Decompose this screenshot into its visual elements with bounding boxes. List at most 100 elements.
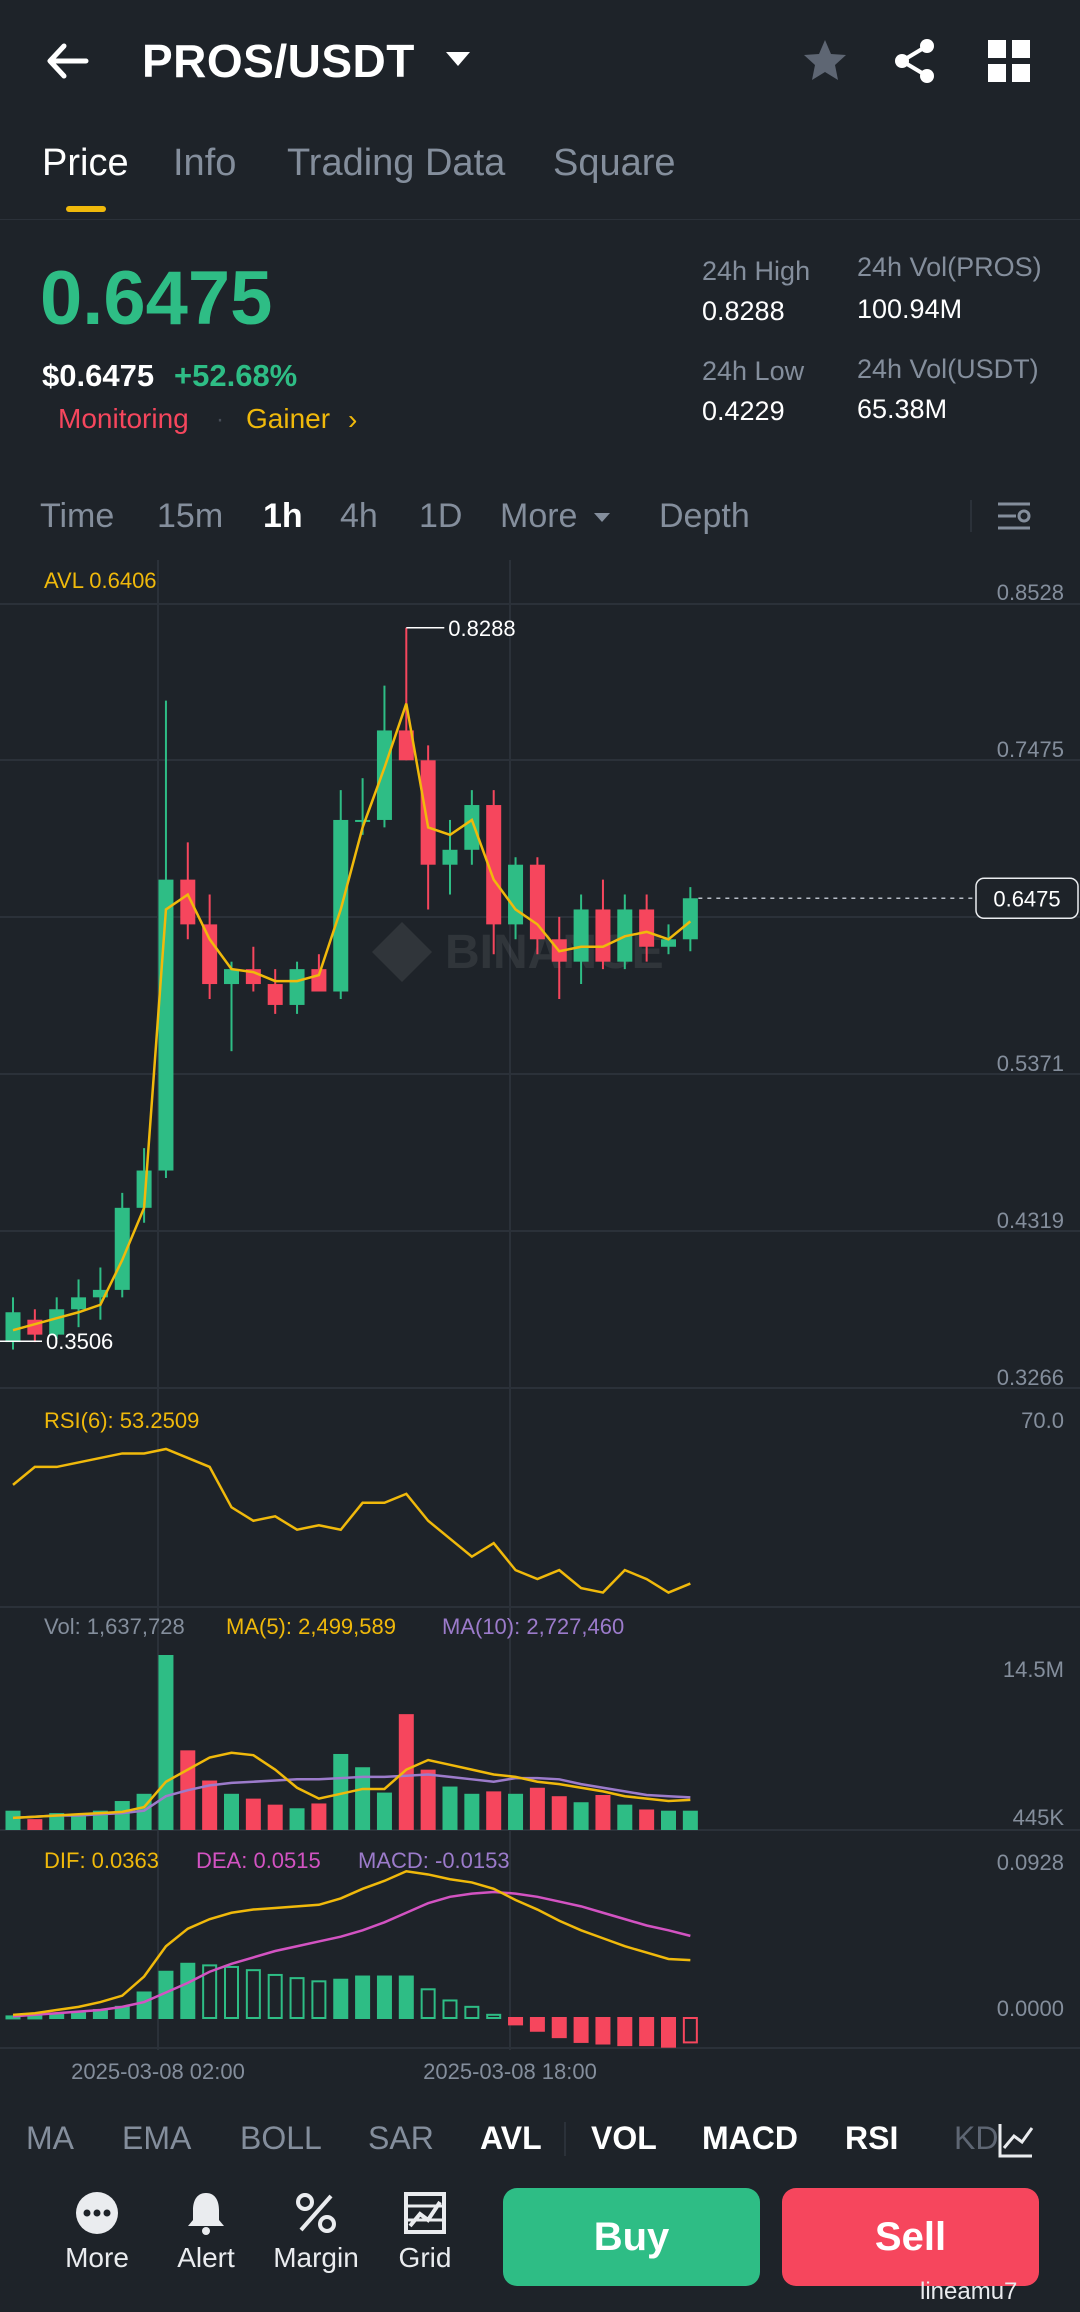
tab-square[interactable]: Square [553,142,676,185]
macd-histogram-bar [595,2017,611,2045]
tab-trading-data[interactable]: Trading Data [287,142,505,185]
indicator-ema[interactable]: EMA [122,2120,191,2157]
indicator-settings-icon[interactable] [996,2120,1036,2160]
margin-button[interactable]: Margin [261,2188,371,2274]
low-marker-label: 0.3506 [46,1329,113,1354]
high-value: 0.8288 [702,296,785,326]
interval-more-label: More [500,497,578,535]
price-tick: 0.4319 [997,1208,1064,1233]
active-tab-indicator [66,206,106,212]
top-bar: PROS/USDT [0,0,1080,125]
vol-label: Vol: 1,637,728 [44,1614,185,1639]
interval-depth[interactable]: Depth [659,497,750,536]
candle-body [376,730,392,820]
candle-body [420,760,436,865]
page-tabs: Price Info Trading Data Square [0,130,1080,220]
candle-body [508,864,524,925]
volume-bar [267,1804,283,1830]
tab-info[interactable]: Info [173,142,236,185]
macd-histogram-bar [289,1977,305,2019]
indicator-macd[interactable]: MACD [702,2120,798,2157]
vol-base-value: 100.94M [857,294,963,324]
candle-body [639,909,655,947]
percent-icon [296,2193,336,2233]
candle-body [289,969,305,1005]
interval-15m[interactable]: 15m [157,497,223,536]
indicator-avl[interactable]: AVL [480,2120,542,2157]
pair-title[interactable]: PROS/USDT [142,34,415,88]
vol-base-label: 24h Vol(PROS) [857,252,1042,282]
back-arrow-icon[interactable] [40,36,100,86]
volume-bar [245,1798,261,1830]
grid-bot-icon [404,2192,446,2234]
divider [970,500,972,532]
macd-histogram-bar [224,1965,239,2020]
high-label: 24h High [702,256,811,286]
tab-price[interactable]: Price [42,142,129,185]
candlesticks [5,627,698,1350]
indicator-rsi[interactable]: RSI [845,2120,898,2157]
x-tick-label: 2025-03-08 18:00 [423,2059,597,2084]
price-chart[interactable]: BINANCE AVL 0.6406 RSI(6): 53.2509 Vol: … [0,560,1080,2100]
volume-bar [617,1804,633,1830]
candle-body [529,864,545,940]
macd-histogram-bar [573,2017,589,2043]
caret-down-icon[interactable] [440,42,476,78]
macd-histogram-bar [508,2017,524,2026]
macd-histogram-bar [464,2005,480,2019]
indicator-vol[interactable]: VOL [591,2120,657,2157]
margin-label: Margin [273,2242,359,2273]
share-icon[interactable] [890,36,940,86]
gainer-tag[interactable]: Gainer [246,403,330,435]
alert-button[interactable]: Alert [151,2188,261,2274]
buy-button[interactable]: Buy [503,2188,760,2286]
macd-histogram-bar [486,2013,502,2019]
grid-label: Grid [398,2242,452,2273]
macd-histogram-bar [398,1975,414,2019]
candle-body [71,1297,87,1310]
macd-dif-series [12,1869,691,2017]
volume-bar [114,1801,130,1830]
price-tick: 0.7475 [997,737,1064,762]
macd-histogram-bar [333,1978,349,2019]
interval-time[interactable]: Time [40,497,114,536]
candle-body [355,819,371,822]
vol-ma10-label: MA(10): 2,727,460 [442,1614,624,1639]
macd-histogram-bar [180,1962,196,2020]
sell-button[interactable]: Sell [782,2188,1039,2286]
monitoring-tag[interactable]: Monitoring [58,403,189,435]
interval-4h[interactable]: 4h [340,497,378,536]
usd-price: $0.6475 [42,358,155,393]
chevron-right-icon[interactable]: › [348,404,357,436]
chart-settings-icon[interactable] [994,496,1034,536]
star-icon[interactable] [800,36,850,86]
macd-histogram-bar [551,2017,567,2039]
indicator-ma[interactable]: MA [26,2120,74,2157]
macd-histogram-bar [311,1980,327,2020]
indicator-kd[interactable]: KD [954,2120,998,2157]
grid-icon[interactable] [986,38,1032,84]
vol-quote-value: 65.38M [857,394,948,424]
candle-body [5,1312,21,1343]
high-marker-label: 0.8288 [448,616,515,641]
more-label: More [65,2242,129,2273]
indicator-boll[interactable]: BOLL [240,2120,322,2157]
macd-histogram-bar [49,2013,65,2019]
price-tick: 0.3266 [997,1365,1064,1390]
grid-trading-button[interactable]: Grid [370,2188,480,2274]
macd-histogram-bar [639,2017,655,2047]
watermark-username: lineamu7 [920,2278,1018,2305]
volume-bar [224,1793,239,1830]
more-button[interactable]: More [42,2188,152,2274]
interval-more[interactable]: More [500,497,613,536]
indicator-sar[interactable]: SAR [368,2120,434,2157]
candle-body [202,924,218,985]
macd-histogram-bar [661,2017,676,2048]
divider [564,2122,566,2156]
current-price-label: 0.6475 [993,886,1060,911]
volume-bar [442,1786,458,1830]
rsi-series [12,1447,691,1594]
avl-line [12,703,692,1332]
interval-1h[interactable]: 1h [263,497,303,536]
interval-1d[interactable]: 1D [419,497,462,536]
